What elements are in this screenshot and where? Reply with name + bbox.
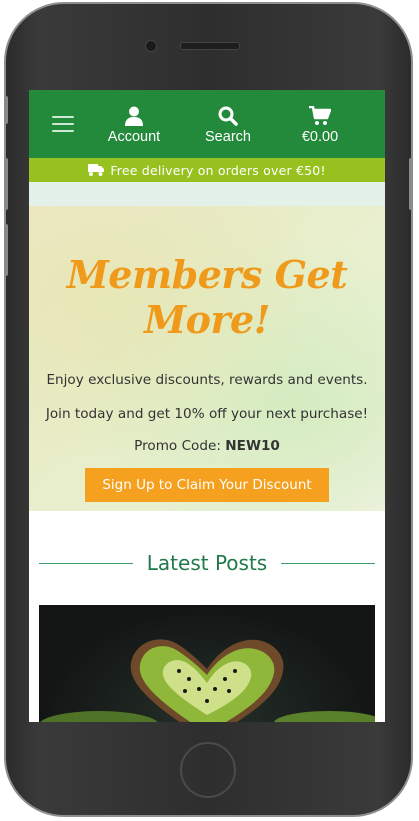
cart-button[interactable]: €0.00: [290, 104, 350, 145]
phone-speaker: [180, 42, 240, 50]
promo-line: Promo Code: NEW10: [29, 438, 385, 454]
phone-volume-up: [4, 158, 8, 210]
phone-power-button: [409, 158, 413, 210]
delivery-text: Free delivery on orders over €50!: [110, 162, 326, 178]
hero-text-join: Join today and get 10% off your next pur…: [45, 406, 369, 422]
heading-rule-left: [39, 562, 133, 564]
promo-label: Promo Code:: [134, 438, 226, 454]
latest-posts-heading: Latest Posts: [146, 551, 268, 575]
search-button[interactable]: Search: [198, 104, 258, 145]
latest-posts-header: Latest Posts: [29, 551, 385, 575]
truck-icon: [88, 164, 105, 176]
signup-discount-button[interactable]: Sign Up to Claim Your Discount: [85, 468, 329, 502]
account-button[interactable]: Account: [104, 104, 164, 145]
phone-screen: Account Search €0.00 Free delivery on or…: [29, 90, 385, 722]
divider-strip: [29, 182, 385, 206]
promo-code: NEW10: [225, 438, 280, 454]
kiwi-heart-image: [40, 639, 375, 722]
cart-total: €0.00: [301, 128, 339, 145]
delivery-banner: Free delivery on orders over €50!: [29, 158, 385, 182]
phone-volume-down: [4, 224, 8, 276]
members-hero: Members Get More! Enjoy exclusive discou…: [29, 206, 385, 511]
cart-icon: [309, 104, 331, 126]
hero-title: Members Get More!: [66, 252, 348, 342]
hamburger-icon[interactable]: [52, 111, 74, 137]
user-icon: [125, 104, 143, 126]
account-label: Account: [107, 128, 161, 145]
phone-home-button[interactable]: [180, 742, 236, 798]
hero-text-discounts: Enjoy exclusive discounts, rewards and e…: [46, 372, 368, 388]
search-label: Search: [205, 128, 251, 145]
post-thumbnail-kiwi[interactable]: [39, 605, 375, 722]
heading-rule-right: [281, 562, 375, 564]
top-navigation: Account Search €0.00: [29, 90, 385, 158]
phone-mute-switch: [4, 96, 8, 124]
search-icon: [218, 104, 238, 126]
phone-camera: [145, 40, 157, 52]
